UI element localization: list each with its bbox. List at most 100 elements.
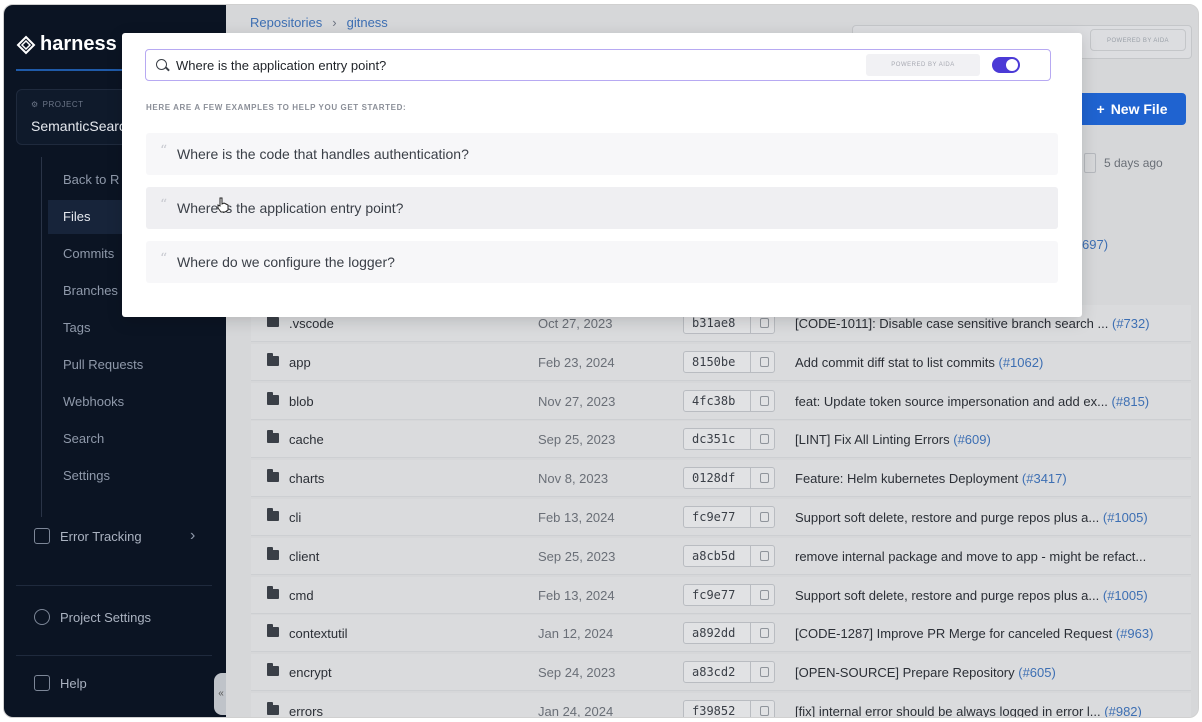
commit-sha[interactable]: fc9e77: [683, 583, 776, 606]
brand-name: harness: [40, 33, 117, 55]
copy-icon[interactable]: [750, 468, 776, 489]
commit-message[interactable]: [fix] internal error should be always lo…: [795, 704, 1185, 717]
file-name[interactable]: cli: [289, 510, 301, 525]
copy-icon[interactable]: [750, 390, 776, 411]
commit-sha[interactable]: a83cd2: [683, 661, 776, 684]
new-file-button[interactable]: + New File: [1078, 93, 1186, 125]
commit-message-text: Support soft delete, restore and purge r…: [795, 587, 1100, 603]
commit-sha[interactable]: f39852: [683, 700, 776, 717]
sidebar-error-tracking[interactable]: Error Tracking: [34, 528, 142, 544]
table-row[interactable]: client Sep 25, 2023 a8cb5d remove internal …: [251, 537, 1191, 575]
commit-date: Jan 24, 2024: [538, 704, 614, 718]
copy-icon[interactable]: [750, 351, 776, 372]
file-name[interactable]: cmd: [289, 588, 314, 603]
pr-link[interactable]: (#3417): [1022, 471, 1067, 486]
file-name[interactable]: errors: [289, 704, 323, 717]
folder-icon: [267, 469, 279, 483]
folder-icon: [267, 702, 279, 715]
example-query[interactable]: “ Where is the application entry point?: [146, 187, 1058, 229]
file-name[interactable]: blob: [289, 394, 314, 409]
semantic-search-toggle[interactable]: [992, 57, 1020, 73]
search-input-container[interactable]: Where is the application entry point? PO…: [145, 49, 1051, 81]
commit-message[interactable]: [CODE-1287] Improve PR Merge for cancele…: [795, 626, 1185, 641]
copy-icon[interactable]: [750, 429, 776, 450]
file-name[interactable]: app: [289, 355, 311, 370]
copy-icon[interactable]: [750, 701, 776, 717]
project-label-text: PROJECT: [42, 100, 84, 109]
table-row[interactable]: errors Jan 24, 2024 f39852 [fix] internal e…: [251, 693, 1191, 718]
search-input[interactable]: Where is the application entry point?: [176, 58, 386, 73]
commit-message-text: [OPEN-SOURCE] Prepare Repository: [795, 665, 1015, 681]
copy-icon[interactable]: [750, 584, 776, 605]
pr-link[interactable]: (#605): [1018, 665, 1056, 680]
project-name: SemanticSearch: [31, 118, 134, 134]
breadcrumb-separator-icon: ›: [332, 15, 337, 30]
commit-message[interactable]: remove internal package and move to app …: [795, 549, 1185, 564]
commit-message[interactable]: Feature: Helm kubernetes Deployment (#34…: [795, 471, 1185, 486]
table-row[interactable]: blob Nov 27, 2023 4fc38b feat: Update token…: [251, 382, 1191, 420]
sidebar-help[interactable]: Help: [34, 675, 87, 691]
breadcrumb-repositories[interactable]: Repositories: [250, 15, 322, 30]
file-name[interactable]: client: [289, 549, 319, 564]
pr-link[interactable]: (#1005): [1103, 510, 1148, 525]
pr-link[interactable]: (#732): [1112, 316, 1150, 331]
sidebar-project-settings[interactable]: Project Settings: [34, 609, 151, 625]
quote-icon: “: [160, 251, 168, 267]
commit-message[interactable]: Add commit diff stat to list commits (#1…: [795, 355, 1185, 370]
commit-sha[interactable]: dc351c: [683, 428, 776, 451]
pr-link[interactable]: 697): [1082, 237, 1108, 252]
history-icon[interactable]: [1084, 153, 1096, 173]
sidebar-item-pull-requests[interactable]: Pull Requests: [48, 348, 224, 382]
commit-date: Feb 13, 2024: [538, 510, 615, 525]
sidebar-item-webhooks[interactable]: Webhooks: [48, 385, 224, 419]
commit-date: Feb 13, 2024: [538, 587, 615, 603]
commit-message[interactable]: Support soft delete, restore and purge r…: [795, 588, 1185, 603]
sidebar-item-settings[interactable]: Settings: [48, 459, 224, 493]
table-row[interactable]: encrypt Sep 24, 2023 a83cd2 [OPEN-SOURCE] P…: [251, 654, 1191, 692]
harness-logo[interactable]: harness: [16, 33, 117, 56]
file-name[interactable]: contextutil: [289, 626, 348, 641]
commit-sha[interactable]: a8cb5d: [683, 544, 776, 567]
file-name[interactable]: .vscode: [289, 316, 334, 331]
commit-message[interactable]: [CODE-1011]: Disable case sensitive bran…: [795, 316, 1185, 331]
commit-message[interactable]: feat: Update token source impersonation …: [795, 394, 1185, 409]
pr-link[interactable]: (#609): [953, 432, 991, 447]
example-query[interactable]: “ Where do we configure the logger?: [146, 241, 1058, 283]
sidebar-divider: [16, 585, 212, 586]
commit-message[interactable]: [LINT] Fix All Linting Errors (#609): [795, 432, 1185, 447]
copy-icon[interactable]: [750, 507, 776, 527]
commit-sha-text: 8150be: [692, 354, 736, 369]
file-name[interactable]: cache: [289, 432, 324, 447]
pr-link[interactable]: (#963): [1116, 626, 1154, 641]
commit-message[interactable]: [OPEN-SOURCE] Prepare Repository (#605): [795, 665, 1185, 680]
file-name[interactable]: charts: [289, 471, 324, 486]
example-query[interactable]: “ Where is the code that handles authent…: [146, 133, 1058, 175]
commit-sha[interactable]: 0128df: [683, 467, 776, 490]
pr-link[interactable]: (#982): [1104, 704, 1142, 717]
table-row[interactable]: cli Feb 13, 2024 fc9e77 Support soft delete…: [251, 499, 1191, 536]
commit-sha[interactable]: fc9e77: [683, 506, 775, 528]
pr-link[interactable]: (#1062): [999, 355, 1044, 370]
breadcrumb-repo[interactable]: gitness: [347, 15, 388, 30]
pr-link[interactable]: (#815): [1112, 394, 1150, 409]
copy-icon[interactable]: [750, 662, 776, 683]
table-row[interactable]: cache Sep 25, 2023 dc351c [LINT] Fix All Li…: [251, 421, 1191, 459]
copy-icon[interactable]: [750, 623, 776, 644]
commit-message[interactable]: Support soft delete, restore and purge r…: [795, 510, 1185, 525]
file-name[interactable]: encrypt: [289, 665, 332, 680]
commit-sha[interactable]: 4fc38b: [683, 389, 776, 412]
commit-date: Sep 24, 2023: [538, 665, 616, 681]
copy-icon[interactable]: [750, 545, 776, 566]
commit-date: Sep 25, 2023: [538, 548, 616, 564]
table-row[interactable]: contextutil Jan 12, 2024 a892dd [CODE-1287]…: [251, 615, 1191, 653]
pr-link[interactable]: (#1005): [1103, 588, 1148, 603]
commit-message-text: Support soft delete, restore and purge r…: [795, 510, 1100, 525]
table-row[interactable]: charts Nov 8, 2023 0128df Feature: Helm kub…: [251, 460, 1191, 498]
chevron-right-icon[interactable]: ›: [190, 527, 195, 545]
sidebar-item-search[interactable]: Search: [48, 422, 224, 456]
commit-sha[interactable]: 8150be: [683, 350, 776, 373]
commit-sha[interactable]: a892dd: [683, 622, 776, 645]
harness-logo-icon: [16, 35, 36, 54]
table-row[interactable]: cmd Feb 13, 2024 fc9e77 Support soft delete…: [251, 576, 1191, 614]
table-row[interactable]: app Feb 23, 2024 8150be Add commit diff sta…: [251, 343, 1191, 381]
